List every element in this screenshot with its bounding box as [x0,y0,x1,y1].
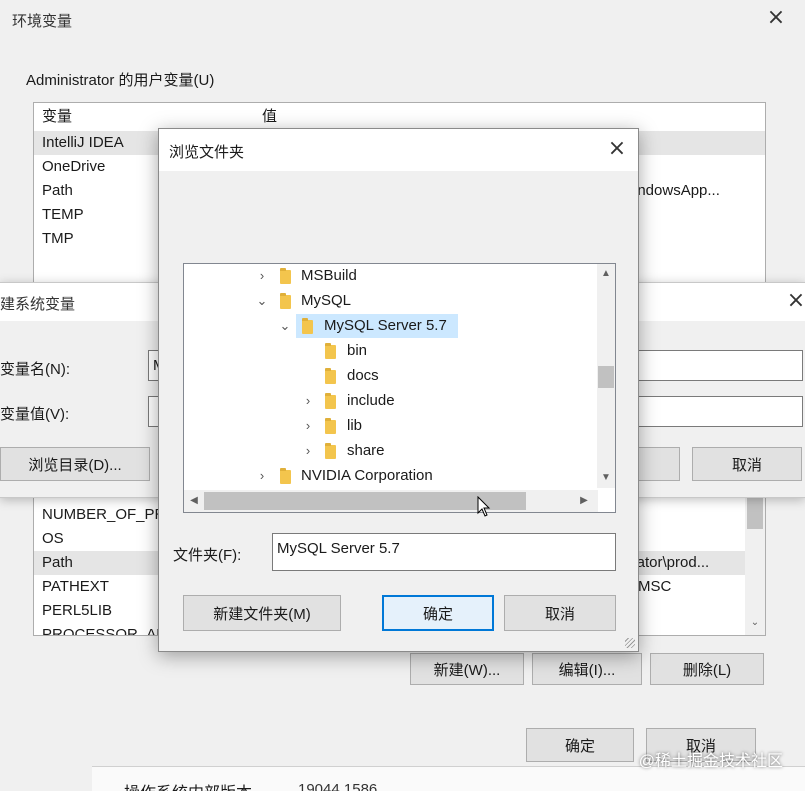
tree-item-label: docs [347,367,379,384]
cancel-button[interactable]: 取消 [692,447,802,481]
expand-chevron-icon[interactable]: › [302,414,314,438]
folder-icon [280,468,291,484]
var-name: IntelliJ IDEA [42,134,124,151]
scroll-down-icon[interactable]: ▼ [598,470,614,486]
tree-item-label: MySQL Server 5.7 [324,317,447,334]
var-name: NUMBER_OF_PR [42,506,166,523]
delete-button[interactable]: 删除(L) [650,653,764,685]
folder-icon [325,443,336,459]
var-name: TEMP [42,206,84,223]
var-name: PROCESSOR_AR [42,626,168,636]
os-build-value: 19044.1586 [298,781,378,791]
ok-button[interactable]: 确定 [382,595,494,631]
folder-icon [302,318,313,334]
edit-button[interactable]: 编辑(I)... [532,653,642,685]
column-header-variable[interactable]: 变量 [42,105,72,129]
folder-icon [325,393,336,409]
tree-item[interactable]: › MSBuild [184,264,598,288]
var-name: OneDrive [42,158,106,175]
watermark: @稀土掘金技术社区 [638,753,783,770]
scrollbar[interactable]: ⌄ [745,491,765,635]
tree-item-label: MySQL [301,292,352,309]
browse-file-button[interactable] [632,447,680,481]
var-name: OS [42,530,64,547]
tree-item-label: NVIDIA Corporation [301,467,433,484]
var-name: Path [42,554,73,571]
new-button[interactable]: 新建(W)... [410,653,524,685]
folder-icon [325,368,336,384]
folder-tree[interactable]: › MSBuild ⌄ MySQL ⌄ MySQL Server 5.7 bin… [183,263,616,513]
tree-item[interactable]: ⌄ MySQL [184,289,598,313]
cancel-button[interactable]: 取消 [504,595,616,631]
folder-icon [280,268,291,284]
expand-chevron-icon[interactable]: › [256,264,268,288]
scrollbar-thumb[interactable] [598,366,614,388]
var-name: Path [42,182,73,199]
tree-item[interactable]: › lib [184,414,598,438]
tree-item[interactable]: › NVIDIA Corporation [184,464,598,488]
column-header-value[interactable]: 值 [262,105,277,129]
tree-item[interactable]: docs [184,364,598,388]
expand-chevron-icon[interactable]: › [302,439,314,463]
folder-field[interactable]: MySQL Server 5.7 [272,533,616,571]
var-name: TMP [42,230,74,247]
tree-item[interactable]: ⌄ MySQL Server 5.7 [184,314,598,338]
var-name: PERL5LIB [42,602,113,619]
tree-item-label: bin [347,342,368,359]
close-icon[interactable]: × [786,290,805,312]
folder-label: 文件夹(F): [173,547,242,564]
folder-icon [325,343,336,359]
tree-item-label: include [347,392,395,409]
ok-button[interactable]: 确定 [526,728,634,762]
folder-icon [325,418,336,434]
tree-item[interactable]: › share [184,439,598,463]
collapse-chevron-icon[interactable]: ⌄ [279,314,291,338]
scroll-up-icon[interactable]: ▲ [598,266,614,282]
browse-folder-window: 浏览文件夹 × › MSBuild ⌄ MySQL ⌄ MySQL Server… [158,128,639,652]
window-title: 建系统变量 [0,296,76,313]
collapse-chevron-icon[interactable]: ⌄ [256,289,268,313]
var-value: indowsApp... [634,182,720,199]
scroll-right-icon[interactable]: ▶ [576,493,592,509]
tree-item-label: lib [347,417,363,434]
var-value-label: 变量值(V): [0,406,70,423]
expand-chevron-icon[interactable]: › [302,389,314,413]
scroll-down-icon[interactable]: ⌄ [747,615,763,631]
var-name: PATHEXT [42,578,109,595]
window-title: 环境变量 [12,13,73,30]
mouse-cursor-icon [477,496,491,517]
tree-item[interactable]: bin [184,339,598,363]
browse-directory-button[interactable]: 浏览目录(D)... [0,447,150,481]
window-title: 浏览文件夹 [169,144,245,161]
close-icon[interactable]: × [766,7,786,29]
tree-item-label: MSBuild [301,267,357,284]
list-header: 变量 值 [34,105,765,129]
close-icon[interactable]: × [607,138,627,160]
scroll-left-icon[interactable]: ◀ [186,493,202,509]
resize-grip-icon[interactable] [625,638,635,648]
vertical-scrollbar[interactable]: ▲ ▼ [597,264,615,488]
tree-item[interactable]: › include [184,389,598,413]
var-value: MSC [638,578,672,595]
horizontal-scrollbar[interactable]: ◀ ▶ [184,490,598,512]
expand-chevron-icon[interactable]: › [256,464,268,488]
titlebar: 浏览文件夹 × [159,129,638,171]
new-folder-button[interactable]: 新建文件夹(M) [183,595,341,631]
tree-item-label: share [347,442,385,459]
var-name-label: 变量名(N): [0,361,70,378]
scrollbar-thumb[interactable] [747,495,763,529]
folder-icon [280,293,291,309]
user-vars-label: Administrator 的用户变量(U) [26,72,215,89]
os-build-label: 操作系统内部版本 [124,779,252,791]
